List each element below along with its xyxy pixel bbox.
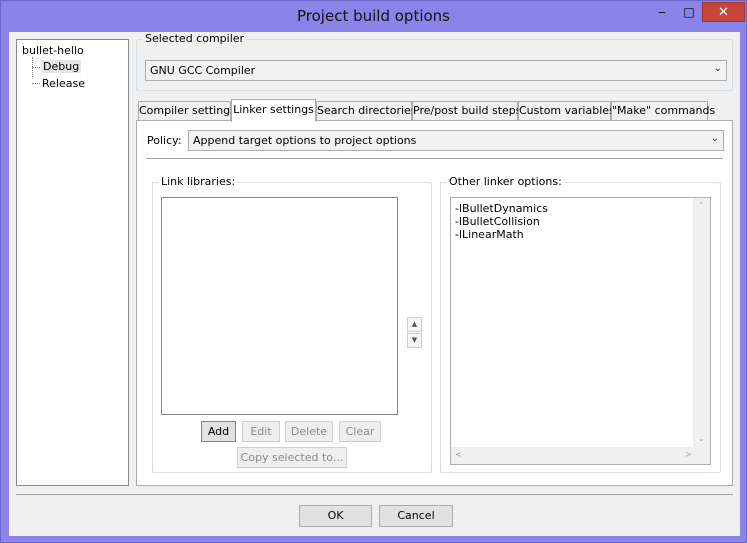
selected-compiler-group: Selected compiler GNU GCC Compiler ⌄ — [136, 32, 733, 91]
link-libraries-list[interactable] — [161, 197, 398, 415]
tree-item-debug[interactable]: Debug — [41, 60, 82, 73]
minimize-icon[interactable]: ‒ — [651, 2, 673, 22]
close-icon[interactable]: ✕ — [702, 2, 745, 22]
policy-select-value: Append target options to project options — [193, 134, 417, 147]
add-button[interactable]: Add — [201, 421, 236, 442]
build-target-tree[interactable]: bullet-hello Debug Release — [16, 39, 129, 486]
tab-pre-post-build-steps[interactable]: Pre/post build steps — [412, 101, 522, 121]
tab-custom-variables[interactable]: Custom variables — [518, 101, 615, 121]
tree-item-project[interactable]: bullet-hello — [22, 44, 84, 57]
compiler-select-value: GNU GCC Compiler — [150, 64, 256, 77]
linker-option-line: -lBulletDynamics — [455, 202, 548, 215]
dialog-window: Project build options ‒ □ ✕ bullet-hello… — [0, 0, 747, 543]
linker-option-line: -lLinearMath — [455, 228, 524, 241]
linker-options-text: -lBulletDynamics -lBulletCollision -lLin… — [455, 202, 548, 241]
scroll-left-icon[interactable]: < — [455, 450, 462, 459]
link-libraries-group: Link libraries: Add Edit Delete Clear Co… — [152, 175, 432, 473]
scrollbar-corner — [693, 447, 710, 464]
window-title: Project build options — [297, 7, 450, 25]
tree-connector — [32, 67, 40, 68]
linker-settings-panel: Policy: Append target options to project… — [136, 120, 733, 486]
selected-compiler-label: Selected compiler — [143, 32, 247, 45]
compiler-select[interactable]: GNU GCC Compiler ⌄ — [145, 60, 727, 81]
tab-compiler-settings[interactable]: Compiler settings — [138, 101, 236, 121]
maximize-icon[interactable]: □ — [678, 2, 700, 22]
policy-select[interactable]: Append target options to project options… — [188, 130, 724, 151]
tree-item-release[interactable]: Release — [42, 77, 85, 90]
tab-strip: Compiler settings Linker settings Search… — [138, 99, 738, 122]
title-bar[interactable]: Project build options ‒ □ ✕ — [1, 1, 746, 31]
chevron-down-icon: ⌄ — [713, 63, 722, 74]
edit-button[interactable]: Edit — [242, 421, 280, 442]
copy-selected-button[interactable]: Copy selected to... — [237, 447, 347, 468]
other-linker-options-label: Other linker options: — [447, 175, 564, 188]
vertical-scrollbar[interactable]: ⌃ ⌄ — [693, 198, 710, 449]
link-libraries-label: Link libraries: — [159, 175, 238, 188]
separator — [146, 158, 723, 159]
other-linker-options-textarea[interactable]: -lBulletDynamics -lBulletCollision -lLin… — [450, 197, 711, 465]
scroll-right-icon[interactable]: > — [685, 450, 692, 459]
horizontal-scrollbar[interactable]: < > — [451, 447, 702, 464]
delete-button[interactable]: Delete — [285, 421, 333, 442]
ok-button[interactable]: OK — [299, 505, 372, 527]
scroll-up-icon[interactable]: ⌃ — [698, 201, 705, 210]
tab-search-directories[interactable]: Search directories — [316, 101, 417, 121]
down-arrow-icon[interactable]: ▼ — [407, 333, 422, 348]
clear-button[interactable]: Clear — [339, 421, 381, 442]
other-linker-options-group: Other linker options: -lBulletDynamics -… — [440, 175, 721, 473]
policy-label: Policy: — [147, 134, 182, 147]
linker-option-line: -lBulletCollision — [455, 215, 540, 228]
dialog-client-area: bullet-hello Debug Release Selected comp… — [9, 32, 740, 536]
cancel-button[interactable]: Cancel — [379, 505, 453, 527]
tree-connector — [32, 83, 40, 84]
tab-make-commands[interactable]: "Make" commands — [611, 101, 715, 121]
scroll-down-icon[interactable]: ⌄ — [698, 434, 705, 443]
chevron-down-icon: ⌄ — [710, 133, 719, 144]
up-arrow-icon[interactable]: ▲ — [407, 317, 422, 332]
tab-linker-settings[interactable]: Linker settings — [231, 99, 316, 122]
separator — [16, 494, 733, 495]
